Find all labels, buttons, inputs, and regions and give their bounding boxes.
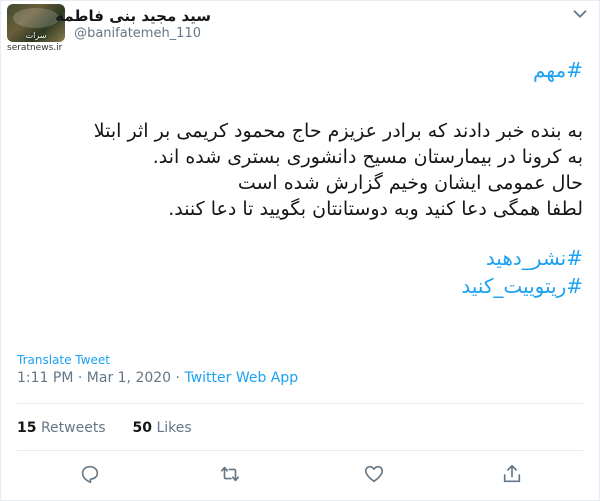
watermark: seratnews.ir — [7, 43, 63, 53]
divider — [17, 450, 583, 451]
meta-separator: · — [175, 370, 180, 386]
tweet-line: به کرونا در بیمارستان مسیح دانشوری بستری… — [152, 146, 583, 168]
retweets-count: 15 — [17, 420, 37, 436]
tweet-line: به بنده خبر دادند که برادر عزیزم حاج محم… — [93, 120, 583, 142]
likes-count: 50 — [132, 420, 152, 436]
meta-separator: · — [77, 370, 83, 386]
hashtag-important[interactable]: #مهم — [17, 58, 583, 82]
source-app-link[interactable]: Twitter Web App — [184, 370, 298, 386]
tweet-card: سرات seratnews.ir سید مجید بنی فاطمه @ba… — [0, 0, 600, 501]
retweets-stat[interactable]: 15 Retweets — [17, 420, 110, 436]
reply-icon[interactable] — [79, 463, 103, 487]
tweet-stats: 15 Retweets 50 Likes — [17, 420, 192, 436]
author-handle[interactable]: @banifatemeh_110 — [74, 26, 201, 41]
action-bar — [1, 463, 599, 491]
tweet-time[interactable]: 1:11 PM — [17, 370, 73, 386]
tweet-meta: 1:11 PM · Mar 1, 2020 · Twitter Web App — [17, 370, 298, 386]
tweet-text: #مهم به بنده خبر دادند که برادر عزیزم حا… — [17, 58, 583, 298]
hashtag-retweet[interactable]: #ریتوییت_کنید — [17, 274, 583, 298]
tweet-date[interactable]: Mar 1, 2020 — [87, 370, 171, 386]
divider — [17, 403, 583, 404]
chevron-down-icon[interactable] — [569, 3, 591, 25]
hashtag-share[interactable]: #نشر_دهید — [17, 246, 583, 270]
like-icon[interactable] — [363, 463, 387, 487]
share-icon[interactable] — [501, 463, 525, 487]
tweet-line: لطفا همگی دعا کنید وبه دوستانتان بگویید … — [168, 198, 583, 220]
likes-label: Likes — [156, 420, 192, 436]
avatar-logo-text: سرات — [25, 31, 47, 40]
author-name[interactable]: سید مجید بنی فاطمه — [55, 7, 211, 25]
translate-tweet-link[interactable]: Translate Tweet — [17, 353, 110, 367]
tweet-line: حال عمومی ایشان وخیم گزارش شده است — [237, 172, 583, 194]
retweets-label: Retweets — [40, 420, 106, 436]
retweet-icon[interactable] — [219, 463, 243, 487]
likes-stat[interactable]: 50 Likes — [133, 420, 192, 436]
avatar-shine — [13, 8, 59, 28]
